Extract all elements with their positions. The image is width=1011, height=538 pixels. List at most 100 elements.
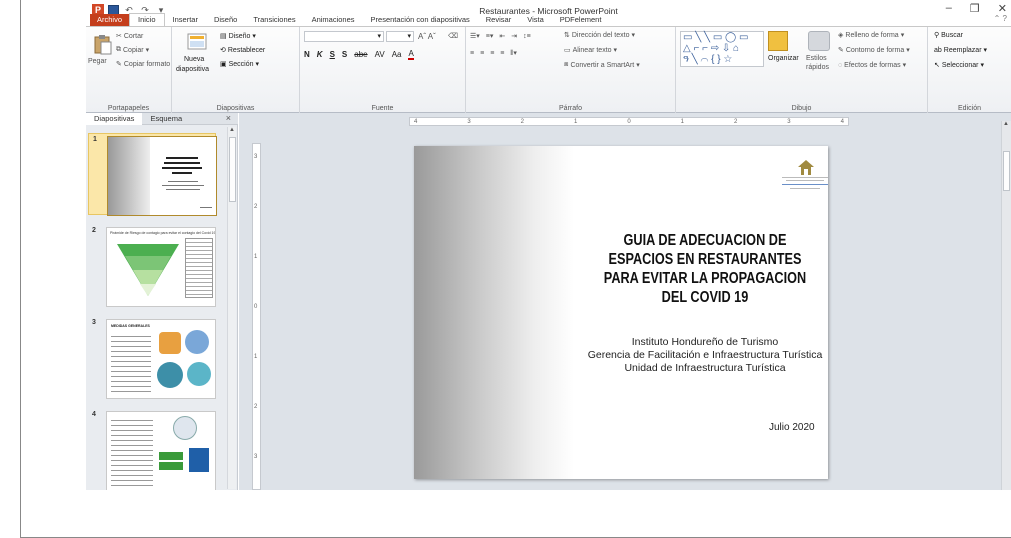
chevron-down-icon: ▾ (613, 47, 618, 54)
shape-outline-button[interactable]: ✎ Contorno de forma ▾ (838, 46, 910, 55)
text-direction-button[interactable]: ⇅ Dirección del texto ▾ (564, 31, 635, 40)
arrange-label[interactable]: Organizar (768, 55, 799, 62)
quick-styles-icon[interactable] (808, 31, 830, 51)
slide-subtitle[interactable]: Instituto Hondureño de Turismo Gerencia … (574, 336, 836, 375)
replace-button[interactable]: ab Reemplazar ▾ (934, 46, 987, 55)
horizontal-ruler: 4 3 2 1 0 1 2 3 4 (409, 117, 849, 126)
group-label-parrafo: Párrafo (559, 105, 582, 112)
strikethrough-button[interactable]: abe (354, 50, 367, 59)
tab-animaciones[interactable]: Animaciones (304, 14, 363, 26)
slide-thumbnail-2[interactable]: 2 Pirámide de Riesgo de contagio para ev… (88, 225, 216, 307)
smartart-button[interactable]: ⧈ Convertir a SmartArt ▾ (564, 61, 640, 69)
logo-caption (782, 176, 828, 190)
pane-scrollbar[interactable]: ▲ (227, 127, 236, 489)
paste-icon[interactable] (92, 33, 114, 55)
tab-transiciones[interactable]: Transiciones (245, 14, 303, 26)
font-name-dropdown[interactable]: ▾ (304, 31, 384, 42)
select-button[interactable]: ↖ Seleccionar ▾ (934, 61, 984, 70)
format-painter-button[interactable]: ✎ Copiar formato (116, 60, 171, 69)
ruler-label: 3 (787, 118, 791, 125)
tab-archivo[interactable]: Archivo (90, 14, 130, 26)
shape-fill-label: Relleno de forma (845, 31, 899, 39)
close-pane-icon[interactable]: × (226, 113, 231, 123)
reset-button[interactable]: ⟲ Restablecer (220, 46, 265, 55)
align-text-button[interactable]: ▭ Alinear texto ▾ (564, 46, 618, 55)
ruler-label: 0 (254, 304, 258, 310)
italic-button[interactable]: K (317, 50, 323, 59)
scroll-up-icon[interactable]: ▲ (229, 127, 235, 133)
tab-presentacion[interactable]: Presentación con diapositivas (363, 14, 478, 26)
shadow-button[interactable]: S (342, 50, 347, 59)
minimize-icon[interactable]: – (946, 2, 952, 15)
increase-indent-icon[interactable]: ⇥ (511, 32, 517, 40)
ruler-label: 3 (254, 154, 258, 160)
align-center-icon[interactable]: ≡ (480, 50, 484, 57)
decrease-indent-icon[interactable]: ⇤ (499, 32, 505, 40)
quick-styles-label-2[interactable]: rápidos (806, 64, 829, 71)
canvas-scroll-thumb[interactable] (1003, 151, 1010, 191)
line-spacing-icon[interactable]: ↕≡ (523, 33, 531, 40)
slide-number: 2 (92, 227, 96, 234)
help-icon[interactable]: ⌃ ? (994, 14, 1007, 23)
slide-canvas: 4 3 2 1 0 1 2 3 4 3 2 1 0 1 2 3 GUIA DE … (239, 113, 1011, 490)
canvas-scrollbar[interactable]: ▲ (1001, 121, 1011, 490)
shapes-gallery[interactable]: ▭ ╲ ╲ ▭ ◯ ▭ △ ⌐ ⌐ ⇨ ⇩ ⌂ ዓ ╲ ⌒ { } ☆ (680, 31, 764, 67)
arrange-icon[interactable] (768, 31, 788, 51)
group-label-edicion: Edición (958, 105, 981, 112)
section-button[interactable]: ▣ Sección ▾ (220, 60, 259, 69)
justify-icon[interactable]: ≡ (500, 50, 504, 57)
section-icon: ▣ (220, 61, 227, 68)
tab-revisar[interactable]: Revisar (478, 14, 519, 26)
scroll-up-icon[interactable]: ▲ (1003, 121, 1009, 127)
change-case-button[interactable]: Aa (392, 50, 402, 59)
tab-diseno[interactable]: Diseño (206, 14, 245, 26)
find-button[interactable]: ⚲ Buscar (934, 31, 963, 40)
tab-insertar[interactable]: Insertar (165, 14, 206, 26)
align-left-icon[interactable]: ≡ (470, 50, 474, 57)
slide-title[interactable]: GUIA DE ADECUACION DE ESPACIOS EN RESTAU… (598, 231, 813, 307)
underline-button[interactable]: S (330, 50, 335, 59)
tab-vista[interactable]: Vista (519, 14, 552, 26)
format-painter-label: Copiar formato (123, 60, 171, 68)
align-right-icon[interactable]: ≡ (490, 50, 494, 57)
spacing-button[interactable]: AV (375, 50, 385, 59)
group-label-fuente: Fuente (371, 105, 394, 112)
slide-thumbnail-3[interactable]: 3 MEDIDAS GENERALES (88, 317, 216, 399)
chevron-down-icon: ▾ (980, 62, 984, 69)
current-slide[interactable]: GUIA DE ADECUACION DE ESPACIOS EN RESTAU… (414, 146, 828, 479)
paste-button[interactable]: Pegar (88, 58, 107, 65)
tab-esquema[interactable]: Esquema (142, 113, 190, 125)
tab-pdfelement[interactable]: PDFelement (552, 14, 610, 26)
clear-format-icon[interactable]: ⌫ (448, 32, 458, 40)
new-slide-icon[interactable] (186, 31, 208, 53)
copy-button[interactable]: ⧉ Copiar ▾ (116, 46, 149, 54)
slide-thumbnail-1[interactable]: 1 (88, 133, 217, 216)
new-slide-label[interactable]: Nueva (184, 56, 204, 63)
replace-label: Reemplazar (943, 46, 982, 54)
font-color-button[interactable]: A (408, 49, 414, 60)
shape-effects-button[interactable]: ◌ Efectos de formas ▾ (838, 61, 906, 70)
tab-diapositivas[interactable]: Diapositivas (86, 113, 143, 125)
font-size-dropdown[interactable]: ▾ (386, 31, 414, 42)
layout-button[interactable]: ▤ Diseño ▾ (220, 32, 256, 41)
new-slide-label-2[interactable]: diapositiva (176, 66, 209, 73)
pane-scroll-thumb[interactable] (229, 137, 236, 202)
slide-thumbnail-4[interactable]: 4 (88, 409, 216, 490)
grow-font-icon[interactable]: Aˆ Aˇ (418, 32, 436, 41)
chevron-down-icon: ▾ (631, 32, 635, 39)
columns-icon[interactable]: ⫴▾ (510, 49, 516, 58)
tab-inicio[interactable]: Inicio (129, 13, 165, 26)
ruler-label: 1 (573, 118, 578, 125)
preview-line (166, 157, 198, 159)
quick-styles-label[interactable]: Estilos (806, 55, 827, 62)
cut-button[interactable]: ✂ Cortar (116, 32, 143, 41)
restore-icon[interactable]: ❐ (970, 2, 980, 15)
subtitle-line-2: Gerencia de Facilitación e Infraestructu… (587, 349, 823, 361)
bold-button[interactable]: N (304, 50, 310, 59)
group-diapositivas: Nueva diapositiva ▤ Diseño ▾ ⟲ Restablecer … (172, 27, 300, 113)
slide-date[interactable]: Julio 2020 (769, 422, 815, 433)
numbering-icon[interactable]: ≡▾ (486, 32, 494, 40)
bullets-icon[interactable]: ☰▾ (470, 32, 480, 40)
text-direction-label: Dirección del texto (571, 31, 630, 39)
shape-fill-button[interactable]: ◈ Relleno de forma ▾ (838, 31, 904, 40)
